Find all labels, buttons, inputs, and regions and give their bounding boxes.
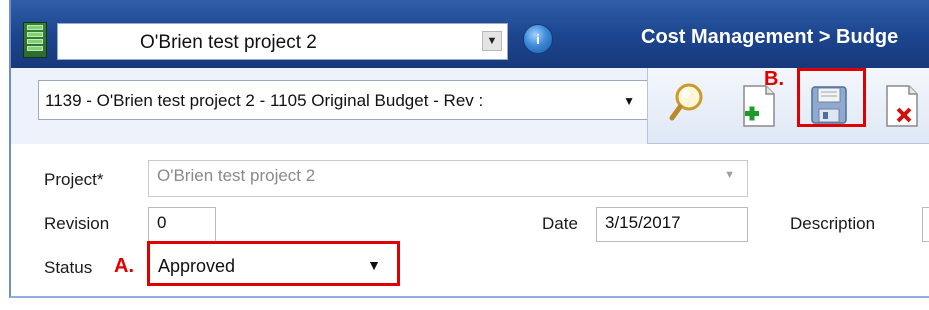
status-select[interactable]: Approved ▼ bbox=[147, 241, 400, 286]
project-field-value: O'Brien test project 2 bbox=[157, 166, 316, 185]
record-selector[interactable]: 1139 - O'Brien test project 2 - 1105 Ori… bbox=[38, 80, 648, 120]
delete-icon bbox=[886, 85, 918, 127]
callout-b: B. bbox=[764, 68, 784, 90]
record-selector-value: 1139 - O'Brien test project 2 - 1105 Ori… bbox=[45, 91, 484, 110]
breadcrumb: Cost Management > Budge bbox=[641, 26, 899, 48]
project-selector[interactable]: O'Brien test project 2 ▼ bbox=[57, 23, 508, 60]
description-field[interactable] bbox=[922, 207, 929, 242]
revision-label: Revision bbox=[44, 214, 110, 233]
project-label: Project* bbox=[44, 170, 104, 189]
date-field-value: 3/15/2017 bbox=[605, 213, 681, 232]
info-icon[interactable]: i bbox=[523, 24, 553, 54]
search-icon bbox=[669, 83, 703, 121]
project-field: O'Brien test project 2 ▼ bbox=[148, 160, 748, 197]
callout-a: A. bbox=[114, 255, 134, 277]
toolbar bbox=[647, 68, 929, 144]
chevron-down-icon: ▼ bbox=[724, 169, 735, 181]
search-button[interactable] bbox=[668, 78, 708, 130]
chevron-down-icon[interactable]: ▼ bbox=[623, 94, 635, 108]
project-selector-value: O'Brien test project 2 bbox=[140, 32, 317, 53]
chevron-down-icon[interactable]: ▼ bbox=[482, 31, 502, 51]
description-label: Description bbox=[790, 214, 876, 233]
app-menu-icon[interactable] bbox=[23, 22, 47, 58]
date-field[interactable]: 3/15/2017 bbox=[596, 207, 748, 242]
save-highlight bbox=[797, 68, 866, 127]
header-bar: O'Brien test project 2 ▼ i Cost Manageme… bbox=[11, 0, 929, 68]
delete-button[interactable] bbox=[883, 78, 923, 130]
date-label: Date bbox=[542, 214, 578, 233]
status-label: Status bbox=[44, 258, 93, 277]
status-select-value: Approved bbox=[158, 256, 236, 276]
revision-field[interactable]: 0 bbox=[148, 207, 216, 242]
chevron-down-icon[interactable]: ▼ bbox=[367, 257, 381, 273]
revision-field-value: 0 bbox=[157, 213, 167, 232]
